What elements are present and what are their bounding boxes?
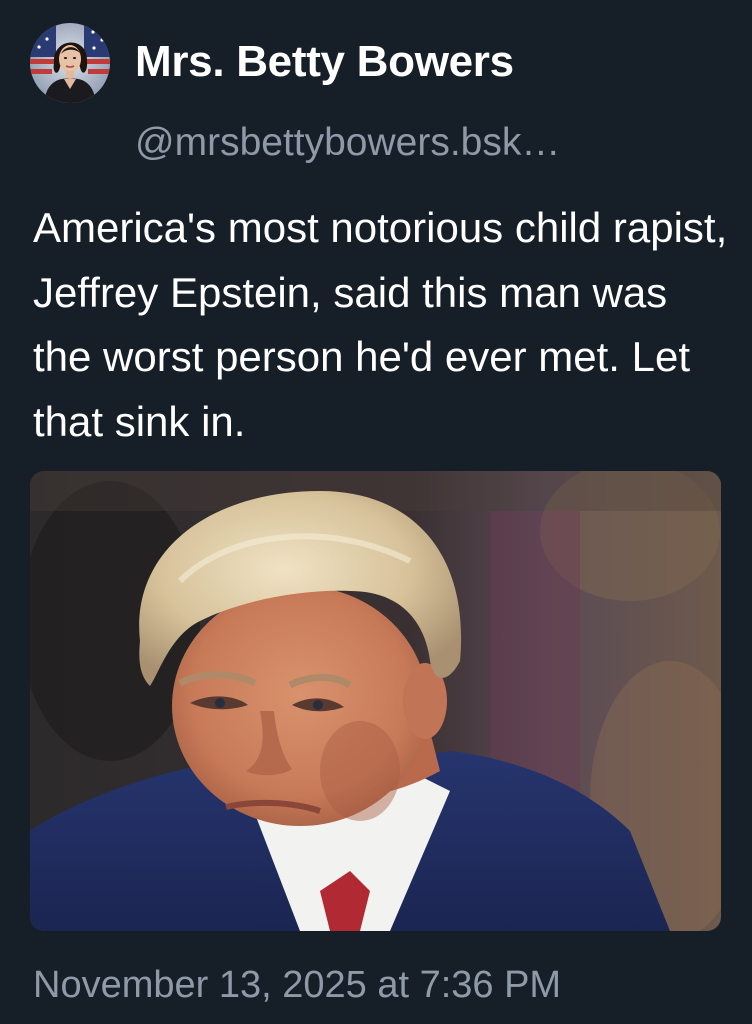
avatar[interactable]	[30, 23, 110, 103]
author-display-name[interactable]: Mrs. Betty Bowers	[135, 34, 514, 90]
author-handle[interactable]: @mrsbettybowers.bsk…	[135, 118, 560, 168]
post-image[interactable]	[30, 471, 721, 931]
photo-of-man-in-blue-suit-icon	[30, 471, 721, 931]
profile-photo-avatar-icon	[30, 23, 110, 103]
post-card: Mrs. Betty Bowers @mrsbettybowers.bsk… A…	[0, 0, 752, 1024]
post-text: America's most notorious child rapist, J…	[33, 204, 728, 445]
post-timestamp[interactable]: November 13, 2025 at 7:36 PM	[33, 960, 561, 1010]
